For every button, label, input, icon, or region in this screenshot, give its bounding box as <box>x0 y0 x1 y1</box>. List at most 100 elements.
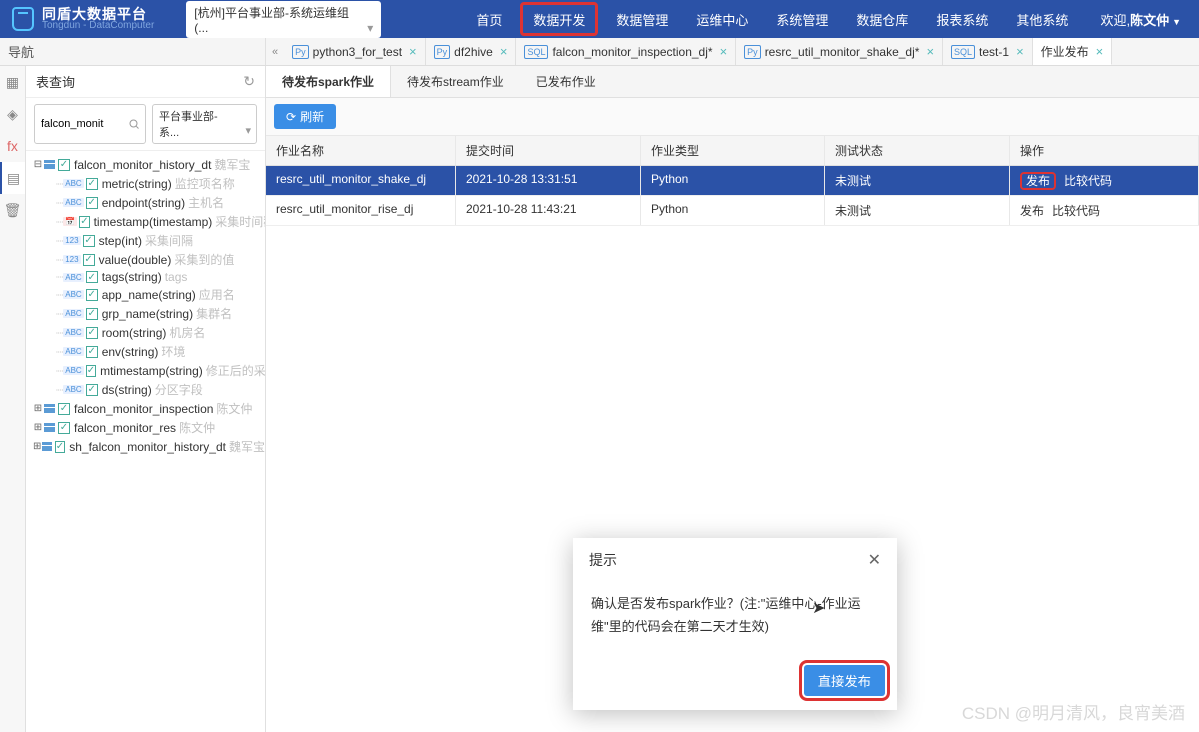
tree-column-node[interactable]: ┈ABCtags(string)tags <box>26 269 265 285</box>
compare-link[interactable]: 比较代码 <box>1064 174 1112 188</box>
checkbox[interactable] <box>86 271 98 283</box>
tree-toggle-icon[interactable]: ⊞ <box>32 441 42 452</box>
sub-tab[interactable]: 已发布作业 <box>520 66 612 97</box>
sub-tab[interactable]: 待发布spark作业 <box>266 66 391 97</box>
tree-column-node[interactable]: ┈ABCendpoint(string)主机名 <box>26 193 265 212</box>
column-header[interactable]: 作业名称 <box>266 136 456 165</box>
publish-confirm-button[interactable]: 直接发布 <box>804 665 885 696</box>
column-type-icon: ABC <box>63 290 83 299</box>
checkbox[interactable] <box>58 159 70 171</box>
column-header[interactable]: 操作 <box>1010 136 1199 165</box>
dialog-title: 提示 <box>589 550 617 570</box>
compare-link[interactable]: 比较代码 <box>1052 204 1100 218</box>
checkbox[interactable] <box>86 289 98 301</box>
nav-数据仓库[interactable]: 数据仓库 <box>842 0 922 38</box>
rail-dashboard-icon[interactable]: ▦ <box>0 66 25 98</box>
tree-column-node[interactable]: ┈ABCgrp_name(string)集群名 <box>26 304 265 323</box>
column-header[interactable]: 提交时间 <box>456 136 641 165</box>
rail-fx-icon[interactable]: fx <box>0 130 25 162</box>
checkbox[interactable] <box>86 308 98 320</box>
tab-close-icon[interactable]: × <box>926 44 934 59</box>
nav-报表系统[interactable]: 报表系统 <box>922 0 1002 38</box>
file-tab[interactable]: Pypython3_for_test× <box>284 38 426 65</box>
checkbox[interactable] <box>58 403 70 415</box>
table-search-input[interactable] <box>34 104 146 144</box>
table-row[interactable]: resrc_util_monitor_shake_dj2021-10-28 13… <box>266 166 1199 196</box>
file-tab[interactable]: 作业发布× <box>1033 38 1113 65</box>
file-tab[interactable]: SQLfalcon_monitor_inspection_dj*× <box>516 38 736 65</box>
file-type-icon: Py <box>292 45 309 59</box>
tab-close-icon[interactable]: × <box>409 44 417 59</box>
app-header: 同盾大数据平台 Tongdun - DataComputer [杭州]平台事业部… <box>0 0 1199 38</box>
tree-toggle-icon[interactable]: ⊞ <box>32 422 44 433</box>
checkbox[interactable] <box>55 441 66 453</box>
tree-column-node[interactable]: ┈123value(double)采集到的值 <box>26 250 265 269</box>
file-type-icon: Py <box>744 45 761 59</box>
checkbox[interactable] <box>86 346 98 358</box>
tree-column-node[interactable]: ┈123step(int)采集间隔 <box>26 231 265 250</box>
column-header[interactable]: 测试状态 <box>825 136 1010 165</box>
checkbox[interactable] <box>83 254 95 266</box>
tree-table-node[interactable]: ⊟falcon_monitor_history_dt魏军宝 <box>26 155 265 174</box>
rail-trash-icon[interactable]: 🗑 <box>0 194 25 226</box>
table-icon <box>44 160 55 169</box>
tree-toggle-icon[interactable]: ⊞ <box>32 403 44 414</box>
file-tab[interactable]: SQLtest-1× <box>943 38 1033 65</box>
rail-layers-icon[interactable]: ◈ <box>0 98 25 130</box>
checkbox[interactable] <box>83 235 95 247</box>
rail-table-icon[interactable]: ▤ <box>0 162 25 194</box>
nav-系统管理[interactable]: 系统管理 <box>762 0 842 38</box>
refresh-icon[interactable] <box>243 73 255 90</box>
checkbox[interactable] <box>86 197 98 209</box>
chevron-down-icon: ▼ <box>1172 17 1181 27</box>
tree-table-node[interactable]: ⊞falcon_monitor_res陈文仲 <box>26 418 265 437</box>
checkbox[interactable] <box>86 327 98 339</box>
tree-column-node[interactable]: ┈ABCds(string)分区字段 <box>26 380 265 399</box>
table-icon <box>44 404 55 413</box>
dept-select[interactable]: [杭州]平台事业部-系统运维组(... <box>186 1 381 38</box>
column-header[interactable]: 作业类型 <box>641 136 825 165</box>
tab-close-icon[interactable]: × <box>1096 44 1104 59</box>
sub-tab[interactable]: 待发布stream作业 <box>391 66 520 97</box>
grid-header: 作业名称提交时间作业类型测试状态操作 <box>266 136 1199 166</box>
publish-link[interactable]: 发布 <box>1020 172 1056 190</box>
tree-toggle-icon[interactable]: ⊟ <box>32 159 44 170</box>
nav-运维中心[interactable]: 运维中心 <box>682 0 762 38</box>
tree-column-node[interactable]: ┈📅timestamp(timestamp)采集时间戳 <box>26 212 265 231</box>
tab-close-icon[interactable]: × <box>720 44 728 59</box>
scope-select[interactable]: 平台事业部-系... <box>152 104 257 144</box>
checkbox[interactable] <box>58 422 70 434</box>
checkbox[interactable] <box>86 365 96 377</box>
column-type-icon: ABC <box>63 347 83 356</box>
nav-数据开发[interactable]: 数据开发 <box>520 2 598 36</box>
file-tab[interactable]: Pydf2hive× <box>426 38 517 65</box>
tab-close-icon[interactable]: × <box>1016 44 1024 59</box>
checkbox[interactable] <box>79 216 89 228</box>
tree-column-node[interactable]: ┈ABCapp_name(string)应用名 <box>26 285 265 304</box>
nav-数据管理[interactable]: 数据管理 <box>602 0 682 38</box>
checkbox[interactable] <box>86 178 98 190</box>
file-type-icon: Py <box>434 45 451 59</box>
checkbox[interactable] <box>86 384 98 396</box>
tree-column-node[interactable]: ┈ABCenv(string)环境 <box>26 342 265 361</box>
tree-table-node[interactable]: ⊞falcon_monitor_inspection陈文仲 <box>26 399 265 418</box>
sidebar-title: 表查询 <box>36 72 75 91</box>
refresh-button[interactable]: 刷新 <box>274 104 336 129</box>
tree-column-node[interactable]: ┈ABCmtimestamp(string)修正后的采集时 <box>26 361 265 380</box>
table-row[interactable]: resrc_util_monitor_rise_dj2021-10-28 11:… <box>266 196 1199 226</box>
nav-其他系统[interactable]: 其他系统 <box>1002 0 1082 38</box>
user-menu[interactable]: 欢迎,陈文仲▼ <box>1082 10 1199 29</box>
close-icon[interactable]: ✕ <box>868 550 881 570</box>
tree-column-node[interactable]: ┈ABCroom(string)机房名 <box>26 323 265 342</box>
file-tab[interactable]: Pyresrc_util_monitor_shake_dj*× <box>736 38 943 65</box>
watermark: CSDN @明月清风，良宵美酒 <box>962 699 1185 724</box>
tabs-scroll-left[interactable]: « <box>266 46 284 58</box>
tab-close-icon[interactable]: × <box>500 44 508 59</box>
nav-首页[interactable]: 首页 <box>462 0 516 38</box>
publish-link[interactable]: 发布 <box>1020 204 1044 218</box>
brand-sub: Tongdun - DataComputer <box>42 21 154 31</box>
tree-column-node[interactable]: ┈ABCmetric(string)监控项名称 <box>26 174 265 193</box>
tree-table-node[interactable]: ⊞sh_falcon_monitor_history_dt魏军宝 <box>26 437 265 456</box>
column-type-icon: ABC <box>63 328 83 337</box>
column-type-icon: ABC <box>63 385 83 394</box>
